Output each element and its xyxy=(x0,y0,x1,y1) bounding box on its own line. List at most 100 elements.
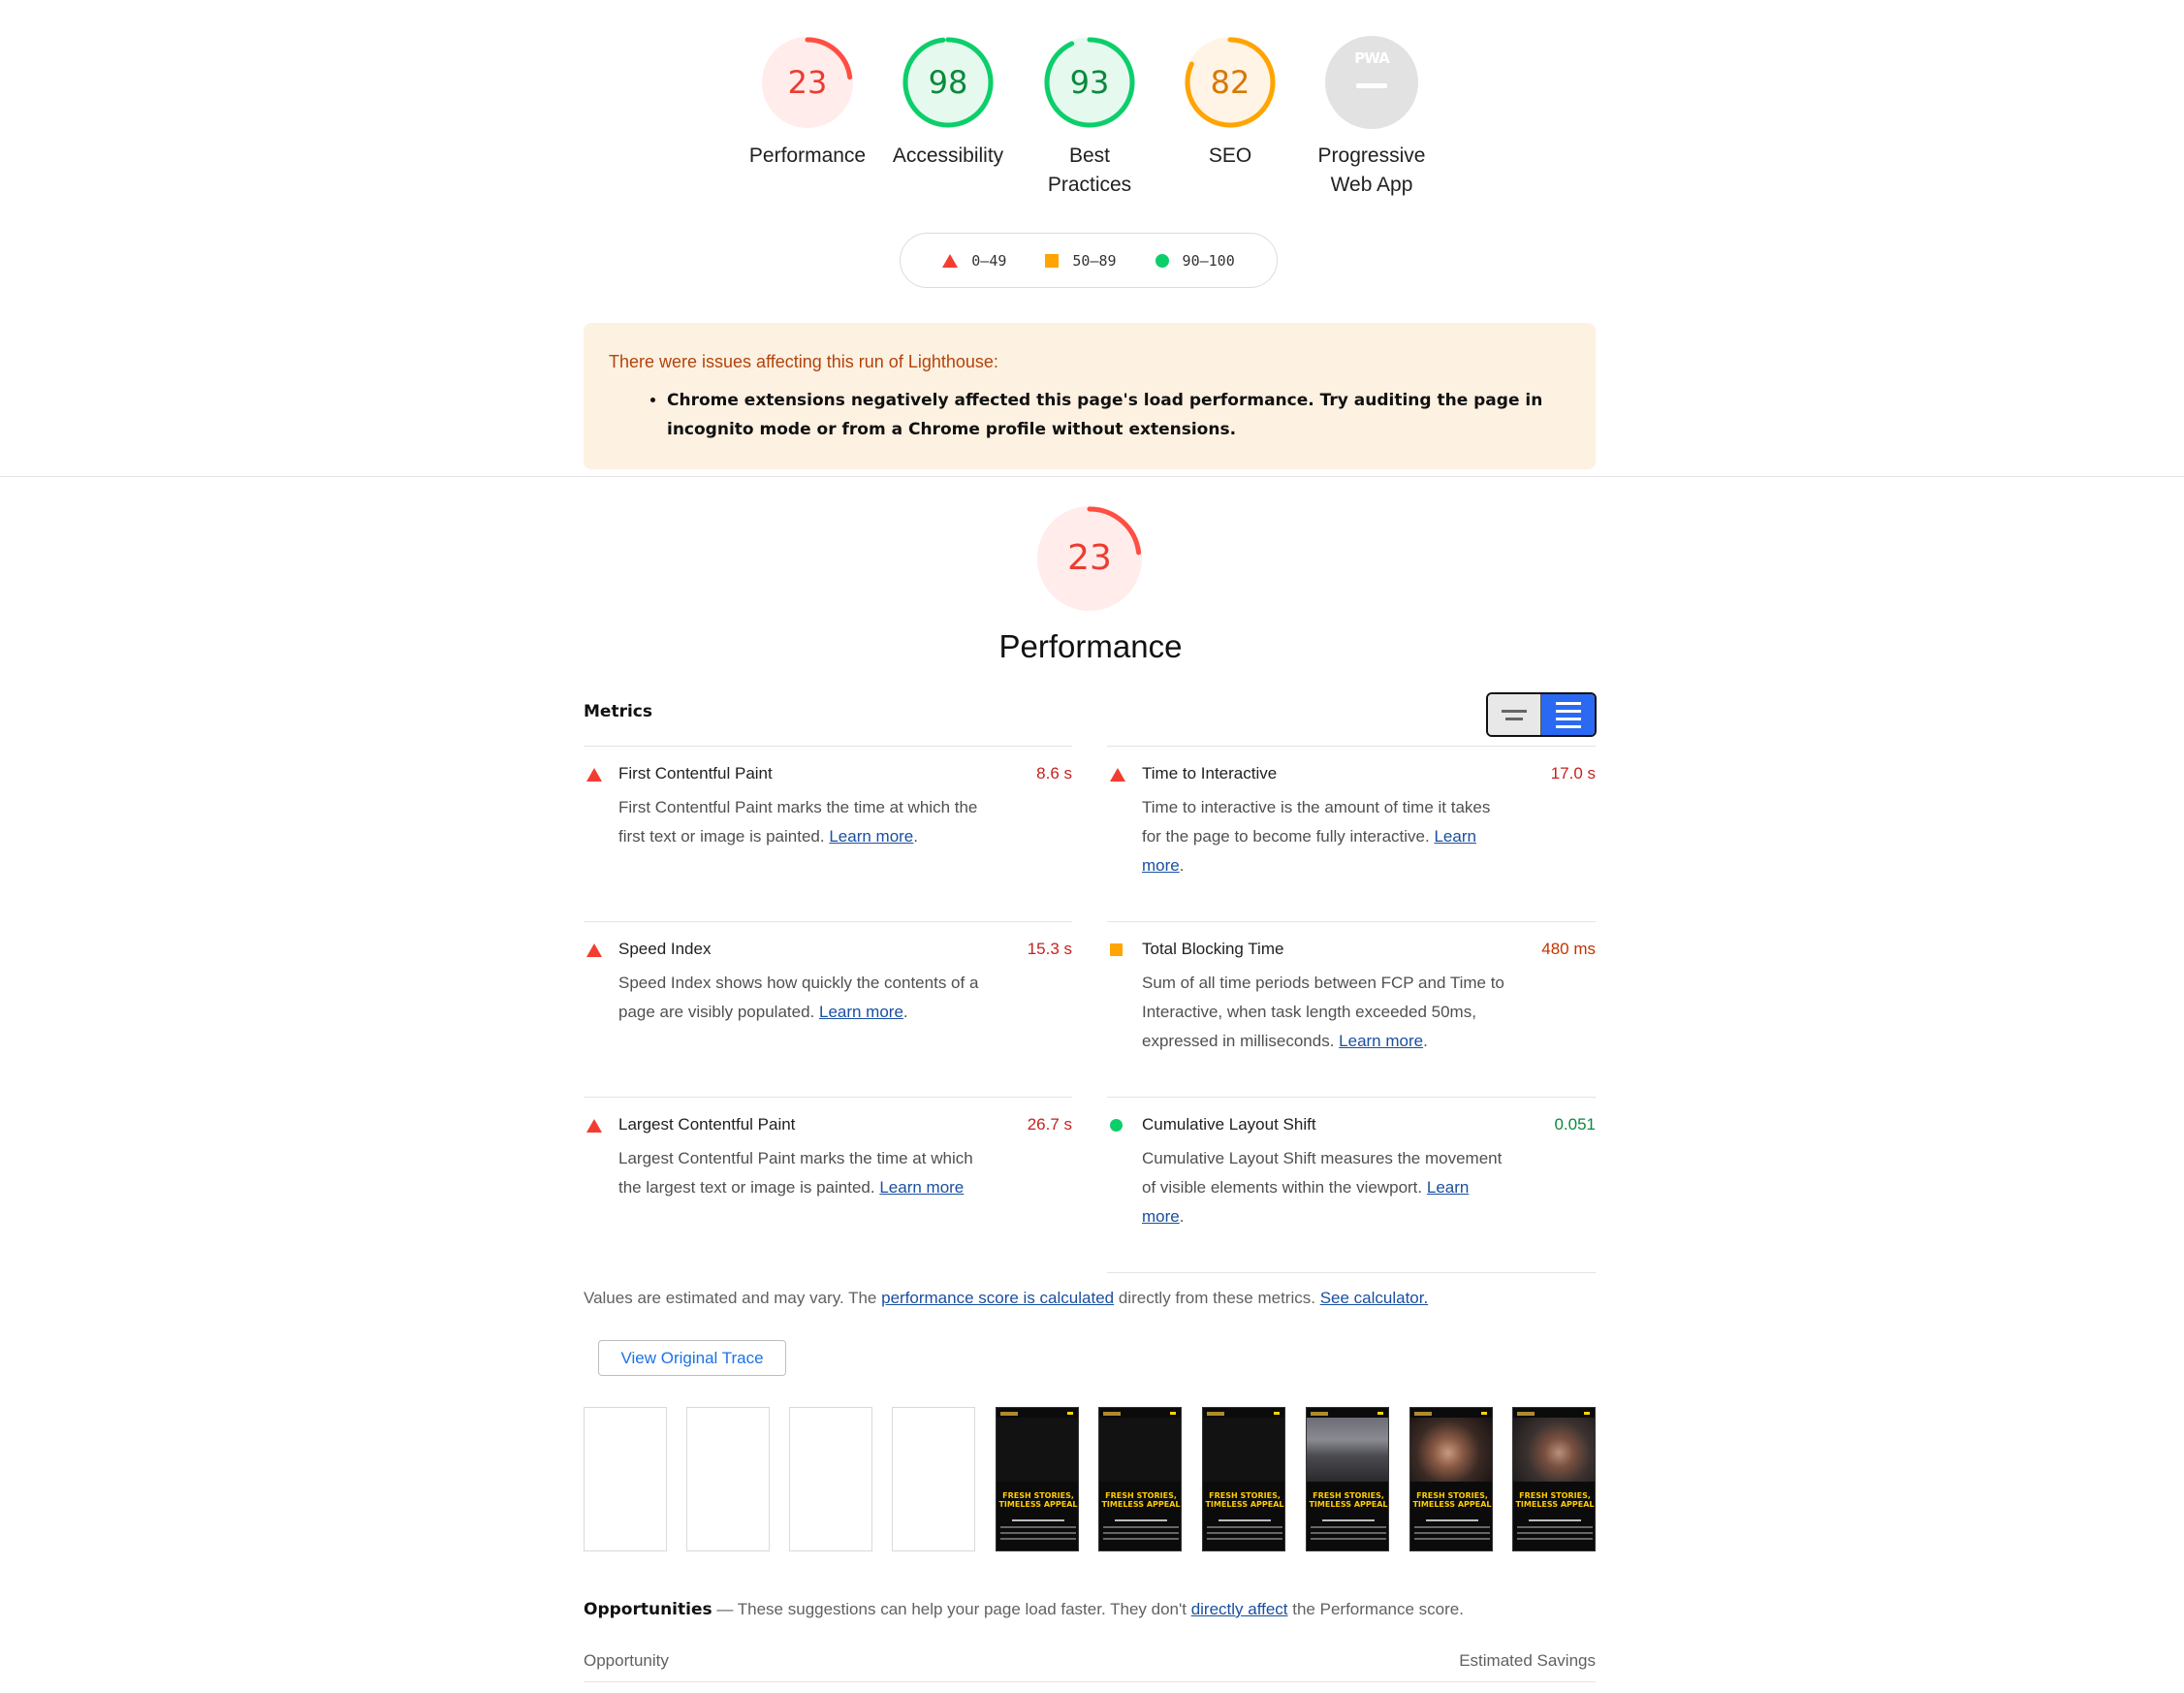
opportunities-dash: — xyxy=(712,1600,738,1618)
gauge-accessibility[interactable]: 98 Accessibility xyxy=(870,35,1026,171)
opportunities-table-header: Opportunity Estimated Savings xyxy=(584,1651,1596,1682)
metric-cumulative-layout-shift: Cumulative Layout Shift 0.051 Cumulative… xyxy=(1107,1097,1596,1272)
headline-line1: FRESH STORIES, xyxy=(1313,1491,1384,1500)
gauge-score: 98 xyxy=(928,64,968,101)
learn-more-link[interactable]: Learn more xyxy=(829,827,913,846)
view-original-trace-button[interactable]: View Original Trace xyxy=(598,1340,786,1376)
gauge-score: 23 xyxy=(787,64,828,101)
gauge-label-line1: Progressive xyxy=(1317,144,1426,167)
headline-line2: TIMELESS APPEAL xyxy=(998,1500,1078,1509)
gauge-label: Best Practices xyxy=(1012,142,1167,200)
metric-speed-index: Speed Index 15.3 s Speed Index shows how… xyxy=(584,921,1072,1097)
expanded-view-icon[interactable] xyxy=(1541,694,1595,735)
metric-first-contentful-paint: First Contentful Paint 8.6 s First Conte… xyxy=(584,746,1072,921)
headline-line1: FRESH STORIES, xyxy=(1416,1491,1488,1500)
metric-total-blocking-time: Total Blocking Time 480 ms Sum of all ti… xyxy=(1107,921,1596,1097)
opportunities-intro: Opportunities — These suggestions can he… xyxy=(584,1600,1464,1619)
performance-gauge: 23 xyxy=(1035,504,1144,613)
score-legend: 0–49 50–89 90–100 xyxy=(900,233,1278,288)
gauge-seo[interactable]: 82 SEO xyxy=(1153,35,1308,171)
metric-description-text: First Contentful Paint marks the time at… xyxy=(618,798,978,846)
gauge-pwa[interactable]: PWA Progressive Web App xyxy=(1294,35,1449,200)
metric-name: Cumulative Layout Shift xyxy=(1142,1115,1316,1134)
gauge-performance[interactable]: 23 Performance xyxy=(730,35,885,171)
gauge-score: 93 xyxy=(1069,64,1110,101)
metric-largest-contentful-paint: Largest Contentful Paint 26.7 s Largest … xyxy=(584,1097,1072,1272)
estimated-savings-column-header: Estimated Savings xyxy=(1459,1651,1596,1670)
metric-name: First Contentful Paint xyxy=(618,764,773,783)
warning-list: Chrome extensions negatively affected th… xyxy=(609,386,1570,444)
headline-line2: TIMELESS APPEAL xyxy=(1515,1500,1595,1509)
estimate-prefix: Values are estimated and may vary. The xyxy=(584,1289,882,1307)
gauge-label: Performance xyxy=(748,144,867,167)
learn-more-link[interactable]: Learn more xyxy=(819,1003,903,1021)
metric-description: Speed Index shows how quickly the conten… xyxy=(618,974,979,1021)
metrics-view-toggle[interactable] xyxy=(1486,692,1597,737)
fail-triangle-icon xyxy=(586,1119,602,1137)
opportunities-title: Opportunities xyxy=(584,1600,712,1619)
legend-average-range: 50–89 xyxy=(1072,251,1117,270)
metric-description-text: Sum of all time periods between FCP and … xyxy=(1142,974,1504,1050)
metrics-bottom-divider xyxy=(1107,1272,1596,1273)
metric-value: 0.051 xyxy=(1554,1115,1596,1134)
metric-description: Largest Contentful Paint marks the time … xyxy=(618,1144,987,1202)
headline-line1: FRESH STORIES, xyxy=(1519,1491,1591,1500)
metric-description: Cumulative Layout Shift measures the mov… xyxy=(1142,1149,1503,1226)
performance-score: 23 xyxy=(1067,538,1112,578)
learn-more-link[interactable]: Learn more xyxy=(1339,1032,1423,1050)
frame-headline: FRESH STORIES, TIMELESS APPEAL xyxy=(1513,1491,1595,1509)
metrics-heading: Metrics xyxy=(584,702,652,721)
frame-headline: FRESH STORIES, TIMELESS APPEAL xyxy=(997,1491,1078,1509)
gauge-label-line2: Practices xyxy=(1047,174,1132,196)
headline-line1: FRESH STORIES, xyxy=(1209,1491,1281,1500)
fail-triangle-icon xyxy=(942,253,959,268)
section-divider xyxy=(0,476,2184,477)
filmstrip-frame: FRESH STORIES, TIMELESS APPEAL xyxy=(1098,1407,1182,1551)
legend-fail: 0–49 xyxy=(942,252,1006,270)
metric-name: Time to Interactive xyxy=(1142,764,1278,783)
average-square-icon xyxy=(1045,253,1060,268)
filmstrip-frame xyxy=(584,1407,667,1551)
filmstrip-frame xyxy=(789,1407,872,1551)
metric-description: Time to interactive is the amount of tim… xyxy=(1142,798,1491,875)
metric-description: First Contentful Paint marks the time at… xyxy=(618,798,978,846)
filmstrip-frame: FRESH STORIES, TIMELESS APPEAL xyxy=(1512,1407,1596,1551)
average-square-icon xyxy=(1110,943,1123,961)
estimate-middle: directly from these metrics. xyxy=(1114,1289,1320,1307)
fail-triangle-icon xyxy=(586,943,602,962)
metric-value: 8.6 s xyxy=(1036,764,1072,783)
opportunities-text1: These suggestions can help your page loa… xyxy=(737,1600,1191,1618)
metric-time-to-interactive: Time to Interactive 17.0 s Time to inter… xyxy=(1107,746,1596,921)
gauge-score: 82 xyxy=(1210,64,1250,101)
frame-headline: FRESH STORIES, TIMELESS APPEAL xyxy=(1410,1491,1492,1509)
filmstrip-frame xyxy=(892,1407,975,1551)
gauge-label-line1: Best xyxy=(1068,144,1111,167)
legend-average: 50–89 xyxy=(1045,251,1117,270)
legend-pass: 90–100 xyxy=(1155,252,1235,270)
directly-affect-link[interactable]: directly affect xyxy=(1191,1600,1288,1618)
see-calculator-link[interactable]: See calculator. xyxy=(1320,1289,1429,1307)
legend-pass-range: 90–100 xyxy=(1182,251,1235,270)
learn-more-link[interactable]: Learn more xyxy=(879,1178,964,1197)
performance-title: Performance xyxy=(998,628,1183,664)
headline-line2: TIMELESS APPEAL xyxy=(1101,1500,1181,1509)
gauge-best-practices[interactable]: 93 Best Practices xyxy=(1012,35,1167,200)
metric-value: 17.0 s xyxy=(1550,764,1596,783)
gauge-label: SEO xyxy=(1208,144,1252,167)
metric-name: Speed Index xyxy=(618,940,712,958)
filmstrip-frame: FRESH STORIES, TIMELESS APPEAL xyxy=(1306,1407,1389,1551)
fail-triangle-icon xyxy=(1110,768,1125,786)
opportunities-text2: the Performance score. xyxy=(1287,1600,1464,1618)
metric-value: 480 ms xyxy=(1541,940,1596,958)
compact-view-icon[interactable] xyxy=(1488,694,1541,735)
gauge-label: Progressive Web App xyxy=(1294,142,1449,200)
headline-line2: TIMELESS APPEAL xyxy=(1205,1500,1284,1509)
filmstrip-frame: FRESH STORIES, TIMELESS APPEAL xyxy=(1202,1407,1285,1551)
legend-fail-range: 0–49 xyxy=(971,251,1007,270)
metric-name: Total Blocking Time xyxy=(1142,940,1284,958)
headline-line1: FRESH STORIES, xyxy=(1002,1491,1074,1500)
frame-headline: FRESH STORIES, TIMELESS APPEAL xyxy=(1307,1491,1388,1509)
metric-description-text: Speed Index shows how quickly the conten… xyxy=(618,974,979,1021)
score-calculated-link[interactable]: performance score is calculated xyxy=(881,1289,1114,1307)
gauge-label-line2: Web App xyxy=(1330,174,1413,196)
